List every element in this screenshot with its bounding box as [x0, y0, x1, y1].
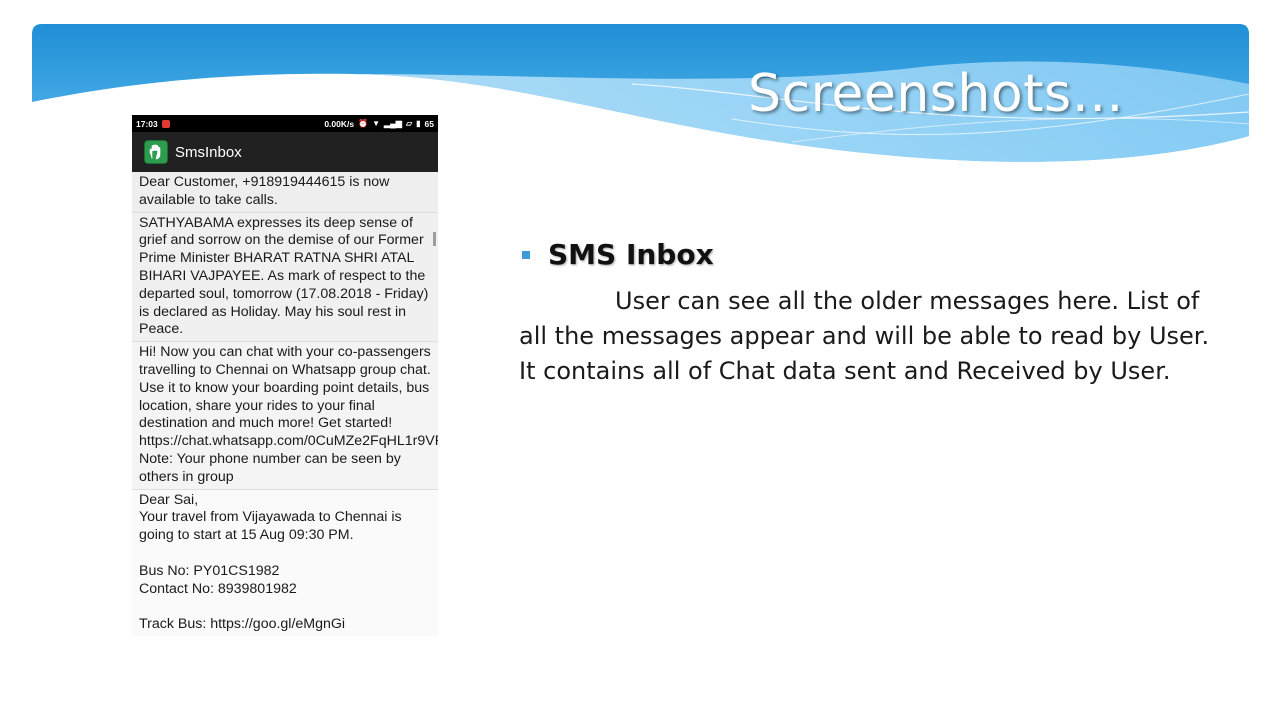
- battery-icon: ▮: [416, 118, 421, 128]
- section-heading: SMS Inbox: [548, 238, 714, 271]
- message-item[interactable]: Dear Customer, +918919444615 is now avai…: [132, 172, 438, 213]
- scrollbar[interactable]: [433, 232, 436, 246]
- message-list[interactable]: Dear Customer, +918919444615 is now avai…: [132, 172, 438, 636]
- app-bar: SmsInbox: [132, 132, 438, 172]
- network-speed: 0.00K/s: [324, 118, 355, 129]
- message-item[interactable]: Hi! Now you can chat with your co-passen…: [132, 342, 438, 490]
- slide-title: Screenshots…: [748, 64, 1125, 124]
- bullet-icon: [522, 251, 530, 259]
- status-time: 17:03: [136, 118, 158, 129]
- status-bar: 17:03 0.00K/s ⏰ ▼ ▂▄▆ ▱ ▮ 65: [132, 115, 438, 132]
- wifi-icon: ▼: [372, 118, 380, 128]
- notification-icon: [161, 119, 170, 128]
- message-item[interactable]: SATHYABAMA expresses its deep sense of g…: [132, 212, 438, 343]
- phone-screenshot: 17:03 0.00K/s ⏰ ▼ ▂▄▆ ▱ ▮ 65 SmsInbox De…: [132, 115, 438, 658]
- description-paragraph: User can see all the older messages here…: [519, 287, 1210, 385]
- signal-icon-secondary: ▱: [405, 118, 413, 128]
- app-logo-icon: [144, 140, 168, 164]
- signal-icon: ▂▄▆: [383, 118, 402, 128]
- app-title: SmsInbox: [175, 143, 242, 161]
- alarm-icon: ⏰: [358, 118, 369, 128]
- battery-level: 65: [424, 118, 434, 129]
- message-item[interactable]: Dear Sai, Your travel from Vijayawada to…: [132, 489, 438, 636]
